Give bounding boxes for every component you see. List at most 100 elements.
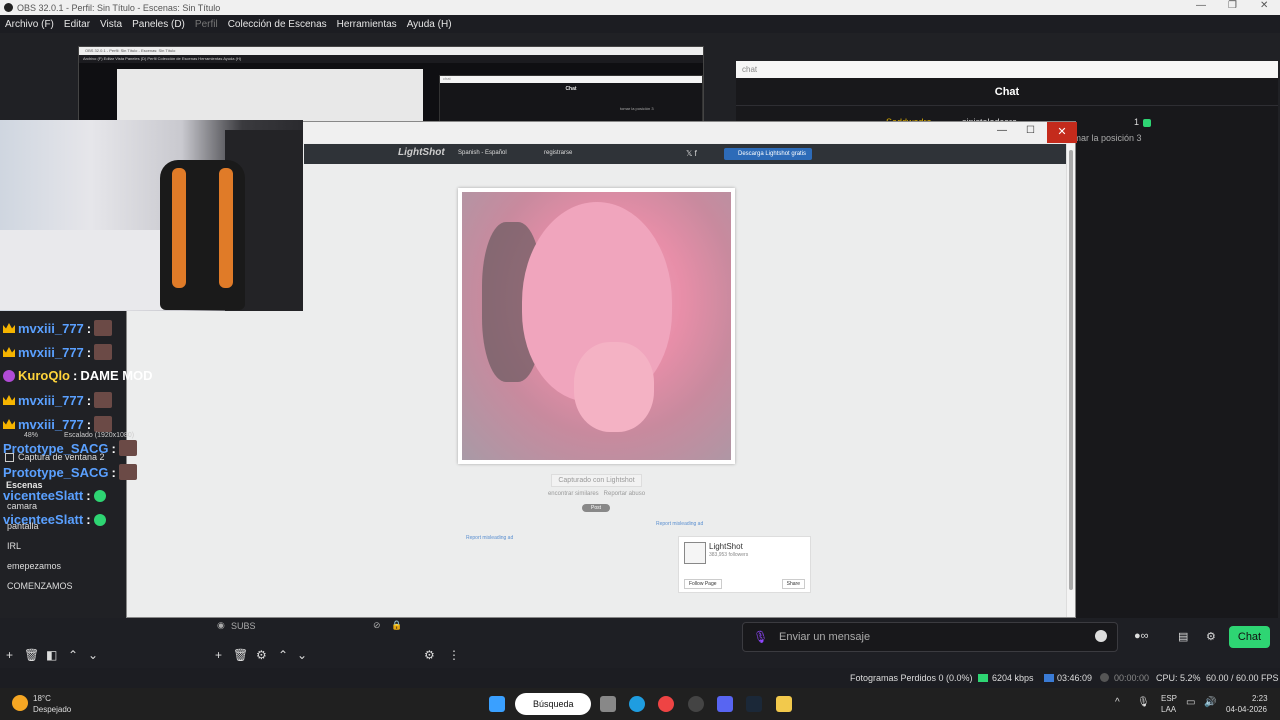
close-button[interactable]: ✕ bbox=[1260, 0, 1268, 11]
emote-icon bbox=[118, 440, 137, 456]
bits-icon[interactable]: ●∞ bbox=[1134, 630, 1149, 642]
scroll-thumb[interactable] bbox=[1069, 150, 1073, 590]
lightshot-feather-icon bbox=[684, 542, 706, 564]
lightshot-scrollbar[interactable] bbox=[1066, 144, 1075, 617]
menu-ayuda[interactable]: Ayuda (H) bbox=[407, 19, 452, 30]
task-view-icon[interactable] bbox=[600, 696, 616, 712]
emote-icon[interactable] bbox=[1095, 630, 1107, 642]
emote-icon bbox=[94, 320, 113, 336]
scene-item[interactable]: emepezamos bbox=[7, 561, 61, 571]
fb-page-name[interactable]: LightShot bbox=[709, 542, 743, 551]
source-down-button[interactable]: ⌄ bbox=[297, 648, 307, 662]
dropped-frames: Fotogramas Perdidos 0 (0.0%) bbox=[850, 673, 973, 683]
report-link[interactable]: Reportar abuso bbox=[604, 491, 645, 497]
chair-stripe bbox=[172, 168, 186, 288]
source-label: SUBS bbox=[231, 621, 256, 631]
ls-minimize-button[interactable]: — bbox=[997, 125, 1007, 136]
volume-icon[interactable]: 🔊 bbox=[1204, 697, 1216, 708]
temperature: 18°C bbox=[33, 694, 51, 703]
ad-report-link-1[interactable]: Report misleading ad bbox=[656, 521, 703, 527]
discord-icon[interactable] bbox=[717, 696, 733, 712]
follow-page-button[interactable]: Follow Page bbox=[684, 579, 722, 589]
register-link[interactable]: registrarse bbox=[544, 150, 572, 156]
ls-maximize-button[interactable]: ☐ bbox=[1026, 125, 1035, 136]
chat-message: mvxiii_777: bbox=[3, 320, 113, 336]
gear-icon[interactable]: ⚙ bbox=[1206, 630, 1216, 643]
menu-editar[interactable]: Editar bbox=[64, 19, 90, 30]
bed-shape bbox=[0, 230, 170, 310]
chat-send-button[interactable]: Chat bbox=[1229, 626, 1270, 648]
crown-badge-icon bbox=[3, 395, 15, 405]
menu-vista[interactable]: Vista bbox=[100, 19, 122, 30]
post-button[interactable]: Post bbox=[582, 504, 610, 512]
visibility-icon[interactable]: ⊘ bbox=[373, 620, 381, 631]
menu-paneles[interactable]: Paneles (D) bbox=[132, 19, 185, 30]
signal-icon bbox=[978, 674, 988, 682]
download-button[interactable]: Descarga Lightshot gratis bbox=[724, 148, 812, 160]
edge-icon[interactable] bbox=[629, 696, 645, 712]
steam-icon[interactable] bbox=[746, 696, 762, 712]
network-icon[interactable]: ▭ bbox=[1186, 697, 1195, 708]
source-add-button[interactable]: + bbox=[215, 648, 222, 662]
more-options-button[interactable]: ⋮ bbox=[448, 648, 460, 662]
chat-username: KuroQlo bbox=[18, 368, 70, 383]
nested-chat: chat Chat tomar la posición 3 bbox=[439, 75, 703, 127]
chrome-icon[interactable] bbox=[658, 696, 674, 712]
chat-text: DAME MOD bbox=[80, 368, 153, 383]
lock-icon[interactable]: 🔒 bbox=[391, 620, 402, 631]
scenes-panel: Escenas camara pantalla IRL emepezamos C… bbox=[0, 477, 126, 617]
chat-address-bar[interactable]: chat bbox=[736, 61, 1278, 78]
minimize-button[interactable]: — bbox=[1196, 0, 1206, 11]
scene-add-button[interactable]: + bbox=[6, 648, 13, 662]
search-box[interactable]: Búsqueda bbox=[515, 693, 591, 715]
chat-message: mvxiii_777: bbox=[3, 416, 113, 432]
menu-archivo[interactable]: Archivo (F) bbox=[5, 19, 54, 30]
obs-icon[interactable] bbox=[688, 696, 704, 712]
source-remove-button[interactable]: 🗑 bbox=[233, 648, 248, 662]
find-similar-link[interactable]: encontrar similares bbox=[548, 491, 599, 497]
language-2[interactable]: LAA bbox=[1161, 705, 1176, 714]
store-icon[interactable]: ▤ bbox=[1178, 630, 1188, 643]
menu-coleccion-escenas[interactable]: Colección de Escenas bbox=[228, 19, 327, 30]
tray-expand-icon[interactable]: ^ bbox=[1115, 697, 1120, 708]
scene-item[interactable]: camara bbox=[7, 501, 37, 511]
chat-line-2: tomar la posición 3 bbox=[1066, 133, 1142, 143]
clock-date[interactable]: 04-04-2026 bbox=[1226, 705, 1267, 714]
scene-item[interactable]: COMENZAMOS bbox=[7, 581, 73, 591]
scene-item[interactable]: IRL bbox=[7, 541, 21, 551]
language-select[interactable]: Spanish - Español bbox=[458, 150, 507, 156]
social-icons[interactable]: 𝕏 f bbox=[686, 149, 697, 158]
sources-row[interactable]: ◉ SUBS ⊘ 🔒 bbox=[211, 618, 406, 634]
share-button[interactable]: Share bbox=[781, 579, 805, 589]
audio-settings-button[interactable]: ⚙ bbox=[424, 648, 435, 662]
maximize-button[interactable]: ❐ bbox=[1228, 0, 1237, 11]
scenes-title: Escenas bbox=[6, 480, 43, 490]
scene-filter-icon[interactable]: ◧ bbox=[46, 648, 57, 662]
ad-report-link-2[interactable]: Report misleading ad bbox=[466, 535, 513, 541]
source-capture-window[interactable]: Captura de ventana 2 bbox=[5, 452, 105, 463]
start-icon[interactable] bbox=[489, 696, 505, 712]
nested-preview bbox=[117, 69, 423, 127]
clock-time[interactable]: 2:23 bbox=[1252, 694, 1268, 703]
capture-window-label: Captura de ventana 2 bbox=[18, 452, 105, 462]
source-up-button[interactable]: ⌃ bbox=[278, 648, 288, 662]
microphone-icon[interactable]: 🎙 bbox=[753, 630, 768, 644]
gaming-chair-shape bbox=[160, 160, 245, 310]
scene-up-button[interactable]: ⌃ bbox=[68, 648, 78, 662]
zoom-level: 48% bbox=[24, 432, 39, 439]
source-settings-button[interactable]: ⚙ bbox=[256, 648, 267, 662]
scene-item[interactable]: pantalla bbox=[7, 521, 39, 531]
lightshot-logo[interactable]: LightShot bbox=[398, 147, 445, 158]
mic-tray-icon[interactable]: 🎙 bbox=[1137, 697, 1150, 708]
menu-perfil[interactable]: Perfil bbox=[195, 19, 218, 30]
weather-icon[interactable] bbox=[12, 695, 28, 711]
scene-remove-button[interactable]: 🗑 bbox=[24, 648, 39, 662]
ls-close-button[interactable]: ✕ bbox=[1047, 122, 1077, 143]
chat-separator: : bbox=[86, 320, 92, 336]
folder-icon[interactable] bbox=[776, 696, 792, 712]
scene-down-button[interactable]: ⌄ bbox=[88, 648, 98, 662]
language-1[interactable]: ESP bbox=[1161, 694, 1177, 703]
emote-icon bbox=[94, 344, 113, 360]
chat-input-box[interactable]: 🎙 Enviar un mensaje bbox=[742, 622, 1118, 652]
menu-herramientas[interactable]: Herramientas bbox=[337, 19, 397, 30]
